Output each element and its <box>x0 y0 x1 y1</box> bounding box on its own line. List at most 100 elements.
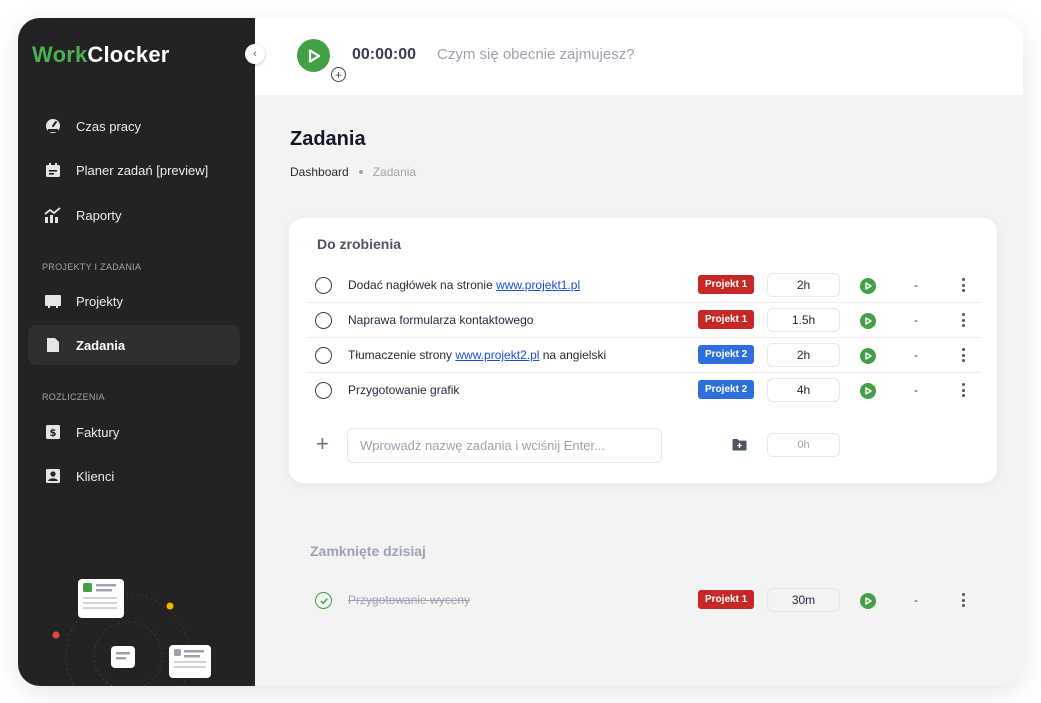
sidebar-item-label: Faktury <box>76 424 120 440</box>
add-entry-button[interactable]: + <box>331 67 346 82</box>
project-badge[interactable]: Projekt 1 <box>698 310 755 329</box>
play-icon <box>865 597 872 605</box>
more-options-icon[interactable] <box>959 381 967 399</box>
estimate-field[interactable]: 4h <box>767 378 840 402</box>
svg-text:$: $ <box>50 428 57 439</box>
sidebar-item-zadania[interactable]: Zadania <box>28 325 240 365</box>
collapse-sidebar-button[interactable]: ‹ <box>245 44 265 64</box>
task-checkbox[interactable] <box>315 347 332 364</box>
start-task-button[interactable] <box>860 383 876 399</box>
task-checkbox[interactable] <box>315 277 332 294</box>
more-options-icon[interactable] <box>959 276 967 294</box>
plus-icon: + <box>334 67 342 82</box>
task-text-after: na angielski <box>539 348 607 362</box>
estimate-field[interactable]: 2h <box>767 273 840 297</box>
breadcrumb-current: Zadania <box>372 165 417 179</box>
project-badge[interactable]: Projekt 1 <box>698 275 755 294</box>
task-text: Tłumaczenie strony <box>348 348 456 362</box>
sidebar-item-label: Raporty <box>76 207 122 223</box>
task-title[interactable]: Dodać nagłówek na stronie www.projekt1.p… <box>348 278 580 292</box>
folder-plus-icon[interactable] <box>732 438 747 451</box>
more-options-icon[interactable] <box>959 311 967 329</box>
breadcrumb-dashboard[interactable]: Dashboard <box>290 165 349 179</box>
time-spent: - <box>914 278 918 292</box>
new-task-input[interactable] <box>347 428 662 463</box>
play-icon <box>865 352 872 360</box>
logo-clocker-text: Clocker <box>87 42 170 67</box>
speedometer-icon <box>44 117 62 135</box>
sidebar-item-faktury[interactable]: $ Faktury <box>28 412 240 452</box>
timer-bar: + 00:00:00 Czym się obecnie zajmujesz? <box>255 18 1023 95</box>
todo-card: Do zrobienia Dodać nagłówek na stronie w… <box>289 218 997 483</box>
logo[interactable]: WorkClocker <box>32 42 170 68</box>
task-row: Tłumaczenie strony www.projekt2.pl na an… <box>307 338 980 373</box>
play-icon <box>865 387 872 395</box>
user-icon <box>44 467 62 485</box>
task-title[interactable]: Naprawa formularza kontaktowego <box>348 313 533 327</box>
sidebar-item-label: Czas pracy <box>76 118 142 134</box>
more-options-icon[interactable] <box>959 346 967 364</box>
start-timer-button[interactable] <box>297 39 330 72</box>
timer-display: 00:00:00 <box>352 46 417 63</box>
start-task-button[interactable] <box>860 313 876 329</box>
project-badge[interactable]: Projekt 1 <box>698 590 755 609</box>
start-task-button[interactable] <box>860 593 876 609</box>
chart-icon <box>44 206 62 224</box>
task-title[interactable]: Przygotowanie wyceny <box>348 593 470 607</box>
closed-today-title: Zamknięte dzisiaj <box>310 543 426 559</box>
task-row: Naprawa formularza kontaktowego Projekt … <box>307 303 980 338</box>
sidebar-item-label: Klienci <box>76 468 115 484</box>
project-badge[interactable]: Projekt 2 <box>698 380 755 399</box>
calendar-icon <box>44 161 62 179</box>
add-task-icon[interactable]: + <box>316 433 329 455</box>
task-checkbox[interactable] <box>315 382 332 399</box>
dollar-icon: $ <box>44 423 62 441</box>
monitor-icon <box>44 292 62 310</box>
sidebar-item-klienci[interactable]: Klienci <box>28 456 240 496</box>
breadcrumb: Dashboard Zadania <box>290 165 416 179</box>
more-options-icon[interactable] <box>959 591 967 609</box>
section-label-projects: PROJEKTY I ZADANIA <box>42 262 142 272</box>
start-task-button[interactable] <box>860 278 876 294</box>
estimate-field[interactable]: 2h <box>767 343 840 367</box>
time-spent: - <box>914 383 918 397</box>
task-title[interactable]: Tłumaczenie strony www.projekt2.pl na an… <box>348 348 606 362</box>
sidebar-item-label: Projekty <box>76 293 123 309</box>
current-task-input[interactable]: Czym się obecnie zajmujesz? <box>437 46 635 63</box>
sidebar-item-label: Zadania <box>76 337 126 353</box>
estimate-field[interactable]: 30m <box>767 588 840 612</box>
time-spent: - <box>914 348 918 362</box>
task-row: Przygotowanie grafik Projekt 2 4h - <box>307 373 980 408</box>
app-window: WorkClocker Czas pracy Planer zadań [pre… <box>18 18 1023 686</box>
task-row: Dodać nagłówek na stronie www.projekt1.p… <box>307 268 980 303</box>
start-task-button[interactable] <box>860 348 876 364</box>
sidebar-item-raporty[interactable]: Raporty <box>28 195 240 235</box>
chevron-left-icon: ‹ <box>253 48 257 60</box>
illustration <box>52 579 211 686</box>
sidebar-item-label: Planer zadań [preview] <box>76 162 209 178</box>
task-title[interactable]: Przygotowanie grafik <box>348 383 459 397</box>
section-label-billing: ROZLICZENIA <box>42 392 105 402</box>
sidebar-item-projekty[interactable]: Projekty <box>28 281 240 321</box>
task-done-checkbox[interactable] <box>315 592 332 609</box>
play-icon <box>308 48 320 63</box>
new-task-estimate-field[interactable]: 0h <box>767 433 840 457</box>
time-spent: - <box>914 313 918 327</box>
time-spent: - <box>914 593 918 607</box>
project-badge[interactable]: Projekt 2 <box>698 345 755 364</box>
task-checkbox[interactable] <box>315 312 332 329</box>
estimate-field[interactable]: 1.5h <box>767 308 840 332</box>
sidebar-item-czas-pracy[interactable]: Czas pracy <box>28 106 240 146</box>
logo-work-text: Work <box>32 42 88 67</box>
todo-title: Do zrobienia <box>317 236 402 252</box>
task-row: Przygotowanie wyceny Projekt 1 30m - <box>307 583 980 618</box>
play-icon <box>865 282 872 290</box>
check-icon <box>319 597 328 604</box>
sidebar: WorkClocker Czas pracy Planer zadań [pre… <box>18 18 255 686</box>
task-link[interactable]: www.projekt1.pl <box>496 278 580 292</box>
page-title: Zadania <box>290 128 366 150</box>
task-link[interactable]: www.projekt2.pl <box>455 348 539 362</box>
task-text: Dodać nagłówek na stronie <box>348 278 497 292</box>
sidebar-item-planer[interactable]: Planer zadań [preview] <box>28 150 240 190</box>
document-icon <box>44 336 62 354</box>
